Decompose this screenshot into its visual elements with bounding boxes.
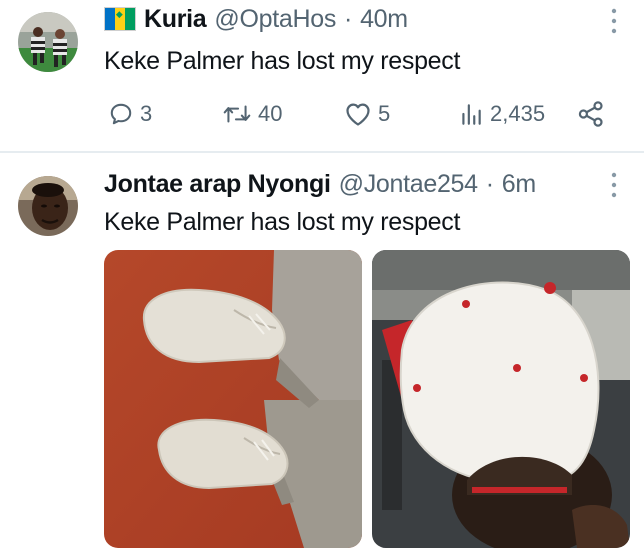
tweet-header: Jontae arap Nyongi @Jontae254 · 6m xyxy=(104,167,536,201)
user-handle[interactable]: @OptaHos xyxy=(214,5,336,34)
share-button[interactable] xyxy=(577,96,605,132)
heart-icon xyxy=(346,103,370,126)
reply-button[interactable]: 3 xyxy=(108,96,152,132)
like-button[interactable]: 5 xyxy=(344,96,390,132)
view-count: 2,435 xyxy=(490,101,546,126)
more-icon[interactable] xyxy=(611,8,617,34)
avatar[interactable] xyxy=(18,176,78,236)
more-icon-glyph xyxy=(611,172,617,198)
like-count: 5 xyxy=(378,101,391,126)
separator: · xyxy=(344,4,353,33)
display-name[interactable]: Jontae arap Nyongi xyxy=(104,170,331,199)
avatar-image xyxy=(18,12,78,72)
retweet-icon xyxy=(223,105,251,123)
tweet-text: Keke Palmer has lost my respect xyxy=(104,47,461,75)
avatar-image xyxy=(18,176,78,236)
tweet-actions: 3 40 5 2,435 xyxy=(104,96,624,132)
more-icon[interactable] xyxy=(611,172,617,198)
tweet-image-cap[interactable] xyxy=(372,250,630,548)
share-icon xyxy=(578,101,603,127)
tweet-header: Kuria @OptaHos · 40m xyxy=(104,2,408,36)
user-handle[interactable]: @Jontae254 xyxy=(339,170,478,199)
display-name[interactable]: Kuria xyxy=(144,5,207,34)
timestamp[interactable]: 40m xyxy=(360,5,408,34)
avatar[interactable] xyxy=(18,12,78,72)
reply-count: 3 xyxy=(140,101,153,126)
timestamp[interactable]: 6m xyxy=(502,170,536,199)
views-icon xyxy=(462,104,481,125)
tweet-text: Keke Palmer has lost my respect xyxy=(104,208,461,236)
reply-icon xyxy=(110,103,132,125)
shoes-photo xyxy=(104,250,362,548)
cap-photo xyxy=(372,250,630,548)
views-button[interactable]: 2,435 xyxy=(458,96,545,132)
separator: · xyxy=(485,169,494,198)
flag-icon xyxy=(104,7,136,31)
retweet-button[interactable]: 40 xyxy=(222,96,282,132)
more-icon-glyph xyxy=(611,8,617,34)
tweet-image-shoes[interactable] xyxy=(104,250,362,548)
retweet-count: 40 xyxy=(258,101,283,126)
